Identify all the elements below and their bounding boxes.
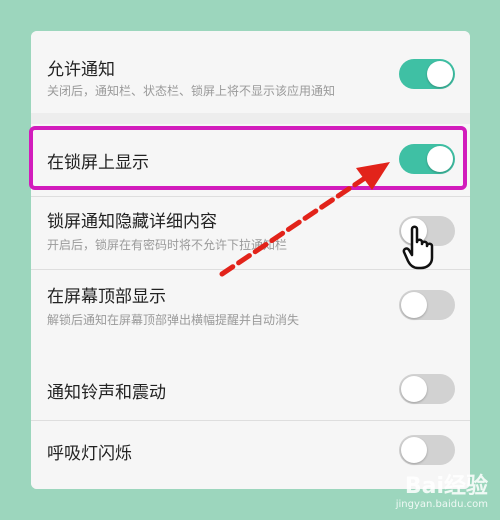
watermark-logo: Bai经验 [404,474,488,499]
dashed-arrow-line [219,173,371,277]
arrow-head-icon [356,162,390,190]
hand-cursor-icon [402,225,434,270]
annotation-overlay [219,162,434,277]
watermark-url: jingyan.baidu.com [395,499,488,510]
baidu-jingyan-watermark: Bai经验 jingyan.baidu.com [395,474,488,511]
